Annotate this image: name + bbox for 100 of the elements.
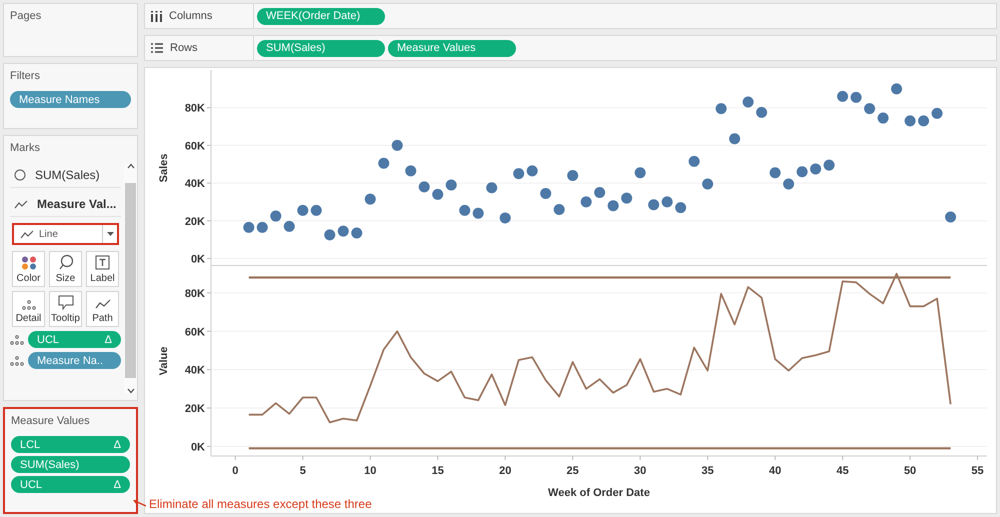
data-point xyxy=(648,199,660,210)
annotation-text: Eliminate all measures except these three xyxy=(149,497,372,511)
axis-tick-label: 10 xyxy=(364,465,376,477)
rows-icon xyxy=(151,43,163,53)
axis-title: Sales xyxy=(158,154,170,182)
data-point xyxy=(310,204,322,216)
axis-tick-label: 30 xyxy=(634,465,646,477)
axis-tick-label: 35 xyxy=(702,465,714,477)
axis-tick xyxy=(206,220,212,222)
axis-tick xyxy=(206,258,212,259)
axis-title: Value xyxy=(158,346,170,376)
data-point xyxy=(918,115,930,126)
axis-tick xyxy=(572,456,574,460)
mark-property-button[interactable]: Tooltip xyxy=(49,291,82,327)
data-point xyxy=(540,188,552,199)
shelf-label: Rows xyxy=(170,42,198,54)
mark-property-button[interactable]: Detail xyxy=(12,291,45,327)
data-point xyxy=(405,165,416,176)
data-point xyxy=(688,156,700,167)
data-point xyxy=(418,181,430,192)
data-point xyxy=(580,196,592,208)
shelf-label: Columns xyxy=(169,10,212,22)
data-point xyxy=(810,163,822,174)
data-point xyxy=(783,178,794,190)
data-point xyxy=(459,204,470,216)
data-point xyxy=(526,165,538,176)
axis-tick xyxy=(640,456,641,460)
data-point xyxy=(742,96,754,108)
data-point xyxy=(270,210,282,222)
data-point xyxy=(891,83,902,94)
data-point xyxy=(338,226,349,237)
axis-tick-label: 40K xyxy=(184,364,205,377)
data-point xyxy=(243,222,254,233)
data-point xyxy=(486,182,498,194)
axis-tick-label: 15 xyxy=(432,465,444,477)
data-point xyxy=(297,204,308,216)
axis-tick xyxy=(707,456,708,460)
data-point xyxy=(324,229,336,240)
dots-icon xyxy=(22,300,36,310)
axis-tick-label: 60K xyxy=(184,140,205,152)
data-point xyxy=(500,212,511,224)
line-icon xyxy=(20,229,34,239)
lasso-icon xyxy=(58,254,74,270)
data-point xyxy=(284,220,295,232)
line-icon xyxy=(94,298,110,310)
data-point xyxy=(770,167,781,178)
chevron-up-icon xyxy=(126,163,134,169)
axis-tick xyxy=(370,456,371,460)
chevron-down-icon xyxy=(126,388,134,394)
data-point xyxy=(662,196,673,208)
panel-title: Filters xyxy=(10,70,41,82)
data-point xyxy=(567,170,578,182)
data-point xyxy=(634,167,646,178)
data-point xyxy=(864,103,876,114)
mark-type-dropdown[interactable]: Line xyxy=(12,223,119,245)
panel-title: Measure Values xyxy=(11,415,91,427)
mark-property-button[interactable]: Path xyxy=(86,291,119,327)
data-point xyxy=(716,103,727,114)
data-point xyxy=(378,158,390,169)
data-point xyxy=(608,200,619,212)
axis-tick xyxy=(234,456,236,460)
panel-title: Pages xyxy=(10,10,42,22)
axis-tick-label: 40 xyxy=(769,465,782,477)
axis-tick-label: 20 xyxy=(499,465,512,477)
data-point xyxy=(729,133,740,144)
data-point xyxy=(878,112,889,124)
marks-card-tab[interactable]: Measure Val... xyxy=(10,192,121,217)
data-point xyxy=(945,212,956,222)
axis-tick xyxy=(206,144,212,146)
axis-title: Week of Order Date xyxy=(548,487,650,499)
axis-tick xyxy=(774,456,776,460)
panel-title: Marks xyxy=(10,142,41,154)
mark-property-button[interactable]: Size xyxy=(49,251,82,287)
mark-property-button[interactable]: Color xyxy=(12,251,45,287)
color-dots-icon xyxy=(20,256,36,270)
axis-tick-label: 40K xyxy=(184,178,205,190)
data-point xyxy=(932,108,943,119)
data-point xyxy=(446,179,457,190)
axis-tick xyxy=(206,292,212,294)
axis-tick-label: 80K xyxy=(184,288,205,300)
axis-tick-label: 60K xyxy=(184,326,205,338)
data-point xyxy=(256,222,268,233)
data-point xyxy=(904,115,916,126)
data-point xyxy=(796,166,808,178)
axis-tick xyxy=(206,446,212,447)
data-point xyxy=(702,178,714,190)
data-point xyxy=(675,202,686,214)
axis-tick xyxy=(842,456,844,460)
axis-tick xyxy=(437,456,438,460)
mark-property-button[interactable]: Label xyxy=(86,251,119,287)
axis-tick xyxy=(206,408,212,409)
axis-tick-label: 0K xyxy=(190,253,205,266)
axis-tick xyxy=(206,182,212,184)
text-box-icon xyxy=(95,255,110,270)
data-point xyxy=(756,106,768,118)
data-point xyxy=(594,187,606,198)
marks-card-tab[interactable]: SUM(Sales) xyxy=(10,163,121,188)
axis-tick xyxy=(206,107,212,108)
data-point xyxy=(472,208,484,219)
dots-icon xyxy=(10,356,24,366)
